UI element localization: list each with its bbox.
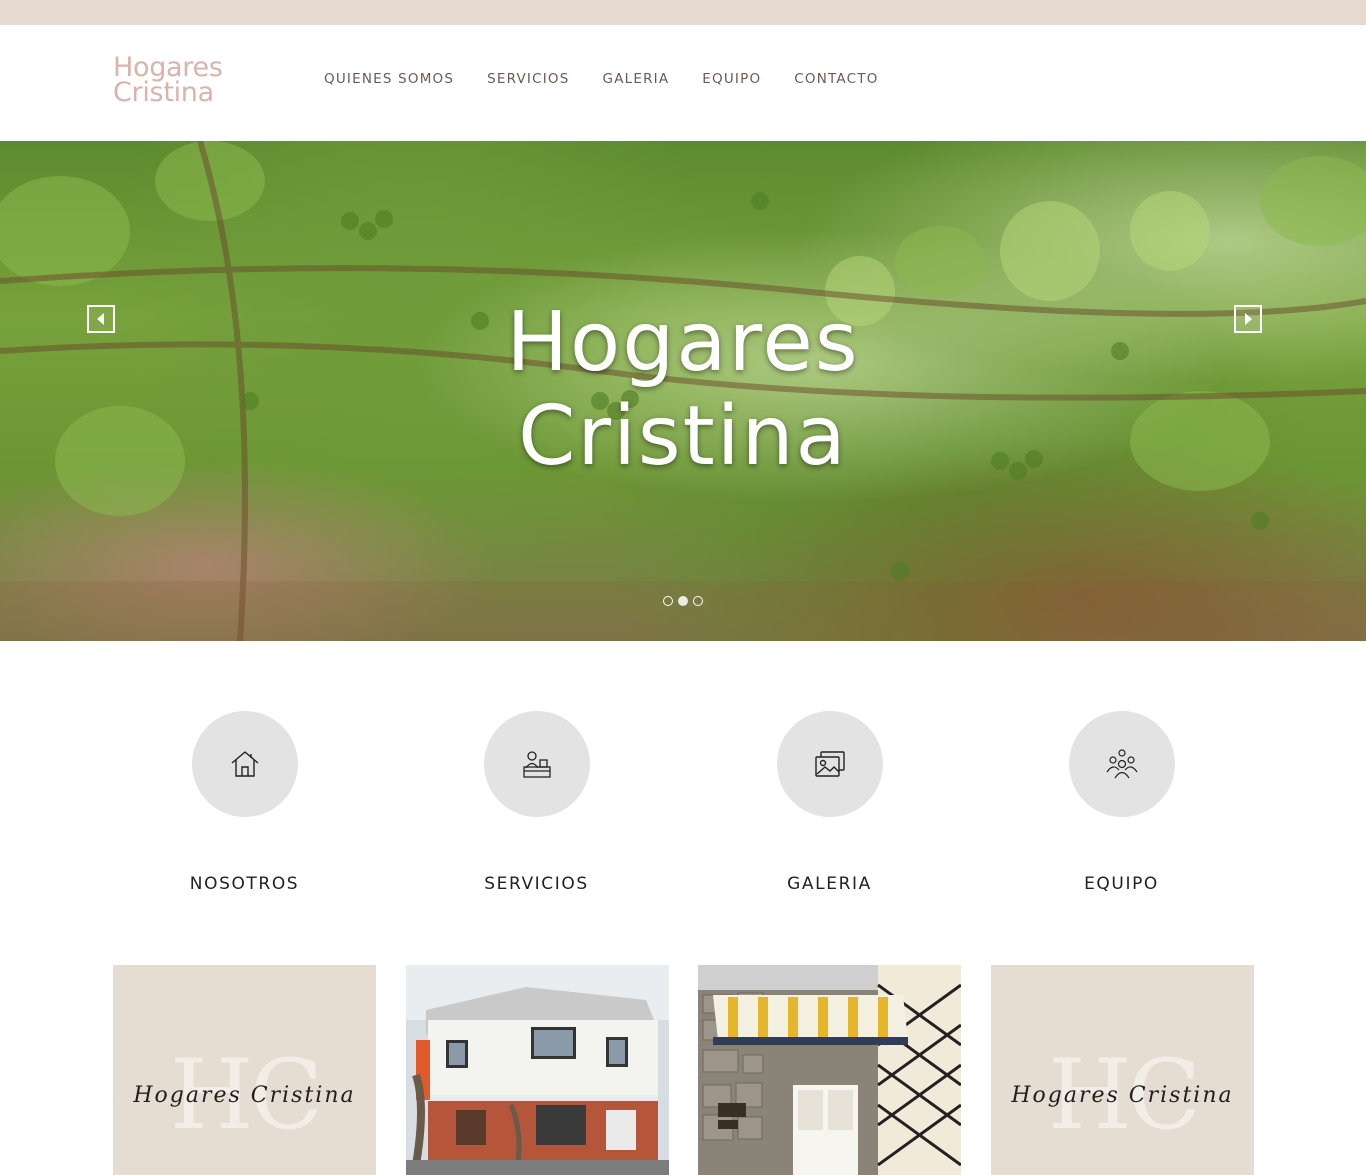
slider-dot-3[interactable]: [693, 596, 703, 606]
slider-next-button[interactable]: [1234, 305, 1262, 333]
chevron-right-icon: [1245, 313, 1252, 325]
photo-gallery-icon: [814, 751, 845, 777]
site-header: Hogares Cristina QUIENES SOMOS SERVICIOS…: [0, 25, 1366, 141]
building-photo-card[interactable]: [406, 965, 669, 1175]
feature-label-servicios[interactable]: SERVICIOS: [405, 874, 668, 894]
feature-label-nosotros[interactable]: NOSOTROS: [113, 874, 376, 894]
feature-nosotros: NOSOTROS: [113, 711, 376, 894]
feature-servicios: SERVICIOS: [405, 711, 668, 894]
cards-section: HC Hogares Cristina HC Hogares Cristina: [0, 965, 1366, 1175]
feature-label-galeria[interactable]: GALERIA: [698, 874, 961, 894]
hero-title: Hogares Cristina: [0, 296, 1366, 484]
nav-equipo[interactable]: EQUIPO: [702, 70, 761, 88]
chevron-left-icon: [97, 313, 104, 325]
hero-slider: Hogares Cristina: [0, 141, 1366, 641]
team-icon: [1106, 749, 1137, 779]
entrance-photo-card[interactable]: [698, 965, 961, 1175]
hero-title-line-1: Hogares: [506, 295, 860, 390]
feature-label-equipo[interactable]: EQUIPO: [990, 874, 1253, 894]
feature-equipo: EQUIPO: [990, 711, 1253, 894]
nav-galeria[interactable]: GALERIA: [603, 70, 670, 88]
brand-card-2[interactable]: HC Hogares Cristina: [991, 965, 1254, 1175]
building-photo: [406, 965, 669, 1175]
feature-galeria: GALERIA: [698, 711, 961, 894]
top-accent-bar: [0, 0, 1366, 25]
house-icon: [231, 751, 258, 777]
main-nav: QUIENES SOMOS SERVICIOS GALERIA EQUIPO C…: [324, 70, 912, 88]
slider-dot-1[interactable]: [663, 596, 673, 606]
entrance-photo: [698, 965, 961, 1175]
feature-circle-equipo[interactable]: [1068, 711, 1175, 817]
slider-dots: [663, 596, 708, 606]
nav-servicios[interactable]: SERVICIOS: [487, 70, 569, 88]
feature-circle-galeria[interactable]: [776, 711, 883, 817]
brand-script: Hogares Cristina: [133, 1083, 356, 1108]
feature-circle-servicios[interactable]: [483, 711, 590, 817]
feature-circle-nosotros[interactable]: [191, 711, 298, 817]
brand-script: Hogares Cristina: [1011, 1083, 1234, 1108]
logo-line-2: Cristina: [113, 77, 214, 108]
slider-dot-2[interactable]: [678, 596, 688, 606]
hero-title-line-2: Cristina: [518, 389, 848, 484]
nav-quienes-somos[interactable]: QUIENES SOMOS: [324, 70, 454, 88]
brand-card-1[interactable]: HC Hogares Cristina: [113, 965, 376, 1175]
site-logo[interactable]: Hogares Cristina: [113, 54, 243, 108]
slider-prev-button[interactable]: [87, 305, 115, 333]
features-section: NOSOTROS SERVICIOS GALERIA EQUIPO: [0, 641, 1366, 965]
nav-contacto[interactable]: CONTACTO: [794, 70, 878, 88]
reception-desk-icon: [522, 751, 551, 778]
